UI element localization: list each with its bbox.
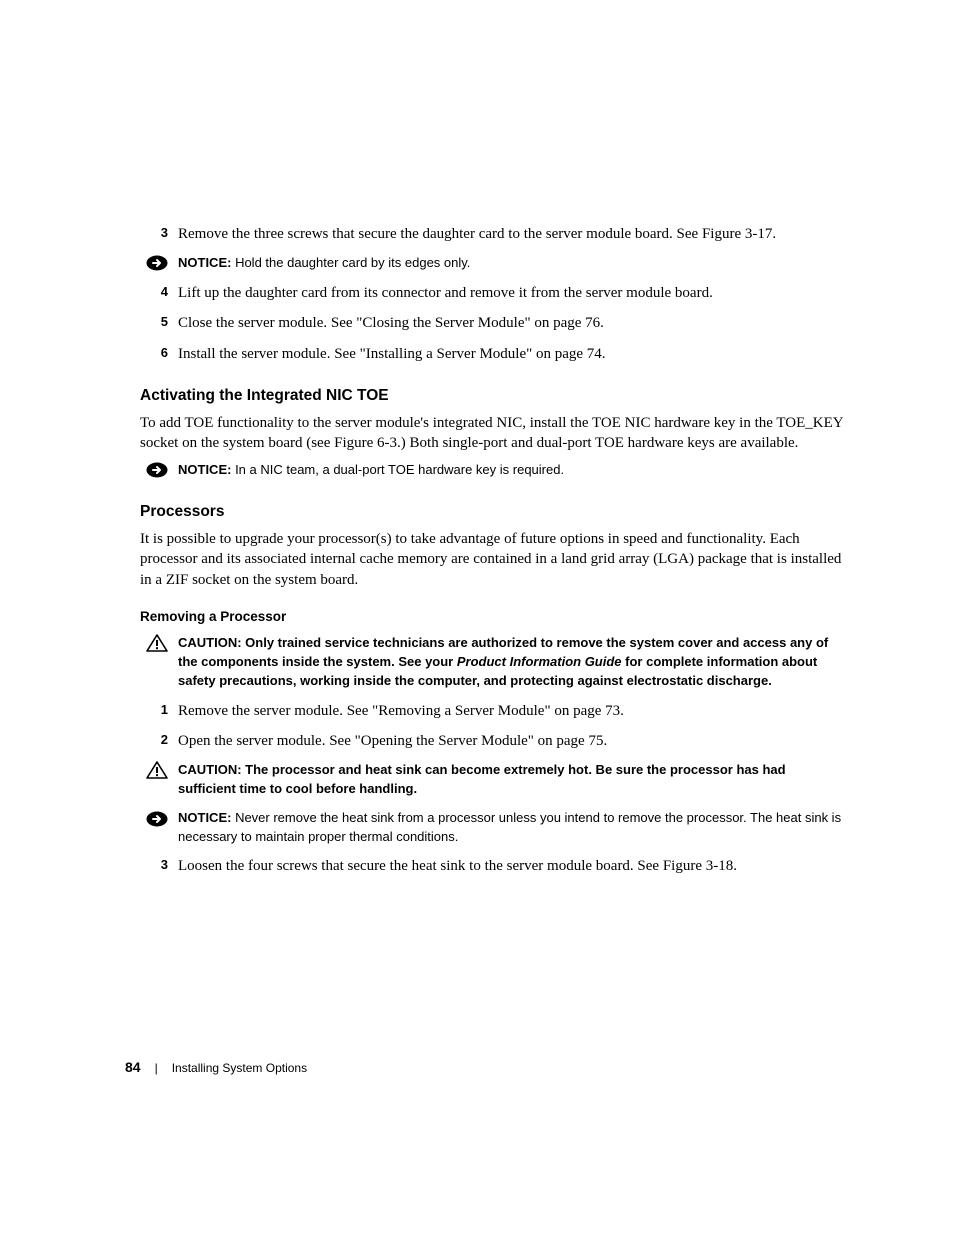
caution-body: CAUTION: The processor and heat sink can… (178, 761, 844, 799)
step-number: 1 (140, 701, 178, 721)
notice-body: NOTICE: Never remove the heat sink from … (178, 809, 844, 847)
notice-icon (140, 255, 178, 271)
footer-section: Installing System Options (172, 1060, 307, 1076)
caution-label: CAUTION: (178, 635, 242, 650)
step-text: Loosen the four screws that secure the h… (178, 856, 844, 876)
caution-icon (140, 634, 178, 652)
para-nic-toe: To add TOE functionality to the server m… (140, 413, 844, 454)
page: 3 Remove the three screws that secure th… (0, 0, 954, 1235)
notice-icon (140, 462, 178, 478)
notice-2: NOTICE: In a NIC team, a dual-port TOE h… (140, 461, 844, 480)
step-3: 3 Remove the three screws that secure th… (140, 224, 844, 244)
notice-label: NOTICE: (178, 462, 231, 477)
step-text: Remove the server module. See "Removing … (178, 701, 844, 721)
step-number: 2 (140, 731, 178, 751)
notice-body: NOTICE: In a NIC team, a dual-port TOE h… (178, 461, 844, 480)
notice-text: In a NIC team, a dual-port TOE hardware … (231, 462, 564, 477)
step-text: Close the server module. See "Closing th… (178, 313, 844, 333)
step-text: Open the server module. See "Opening the… (178, 731, 844, 751)
notice-text: Hold the daughter card by its edges only… (231, 255, 470, 270)
heading-nic-toe: Activating the Integrated NIC TOE (140, 386, 844, 407)
step-number: 3 (140, 856, 178, 876)
step-number: 6 (140, 344, 178, 364)
proc-step-1: 1 Remove the server module. See "Removin… (140, 701, 844, 721)
step-text: Lift up the daughter card from its conne… (178, 283, 844, 303)
proc-step-2: 2 Open the server module. See "Opening t… (140, 731, 844, 751)
notice-label: NOTICE: (178, 810, 231, 825)
notice-label: NOTICE: (178, 255, 231, 270)
notice-body: NOTICE: Hold the daughter card by its ed… (178, 254, 844, 273)
notice-1: NOTICE: Hold the daughter card by its ed… (140, 254, 844, 273)
caution-icon (140, 761, 178, 779)
footer-separator: | (155, 1060, 158, 1076)
step-number: 4 (140, 283, 178, 303)
caution-2: CAUTION: The processor and heat sink can… (140, 761, 844, 799)
caution-text: The processor and heat sink can become e… (178, 762, 786, 796)
notice-text: Never remove the heat sink from a proces… (178, 810, 841, 844)
caution-1: CAUTION: Only trained service technician… (140, 634, 844, 691)
page-footer: 84 | Installing System Options (125, 1058, 307, 1077)
page-number: 84 (125, 1058, 141, 1077)
caution-italic: Product Information Guide (457, 654, 622, 669)
step-text: Remove the three screws that secure the … (178, 224, 844, 244)
notice-icon (140, 810, 178, 827)
step-6: 6 Install the server module. See "Instal… (140, 344, 844, 364)
notice-3: NOTICE: Never remove the heat sink from … (140, 809, 844, 847)
heading-processors: Processors (140, 502, 844, 523)
step-5: 5 Close the server module. See "Closing … (140, 313, 844, 333)
para-processors: It is possible to upgrade your processor… (140, 529, 844, 590)
step-4: 4 Lift up the daughter card from its con… (140, 283, 844, 303)
step-text: Install the server module. See "Installi… (178, 344, 844, 364)
caution-body: CAUTION: Only trained service technician… (178, 634, 844, 691)
step-number: 3 (140, 224, 178, 244)
heading-removing-processor: Removing a Processor (140, 608, 844, 626)
proc-step-3: 3 Loosen the four screws that secure the… (140, 856, 844, 876)
step-number: 5 (140, 313, 178, 333)
caution-label: CAUTION: (178, 762, 242, 777)
